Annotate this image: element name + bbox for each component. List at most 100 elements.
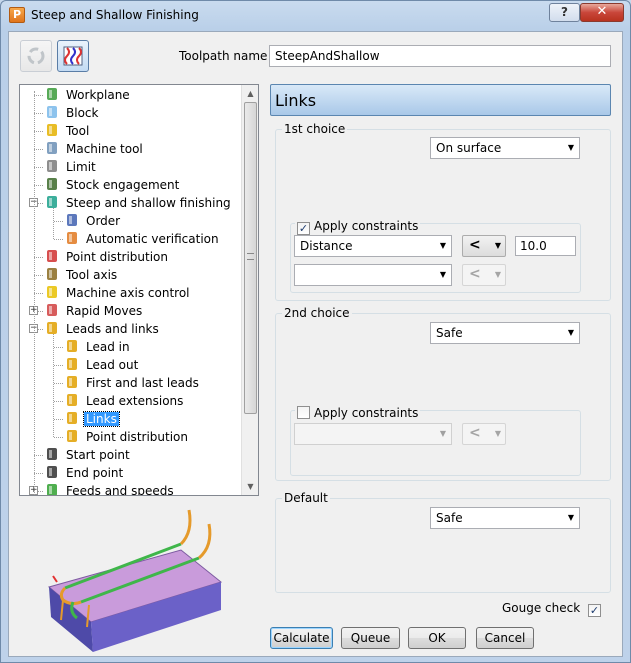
tree-item-label: Rapid Moves (66, 304, 143, 318)
tree-item-label: Block (66, 106, 99, 120)
first-apply-constraints-checkbox[interactable]: ✓ Apply constraints (295, 219, 421, 235)
tree-connector (34, 293, 43, 294)
tree-item[interactable]: Automatic verification (64, 230, 221, 248)
first-constraint-operator-select[interactable]: < ▼ (462, 235, 506, 257)
tree-item[interactable]: Workplane (44, 86, 132, 104)
tree-item[interactable]: Links (64, 410, 120, 428)
tree-item[interactable]: Block (44, 104, 100, 122)
tree-connector (53, 334, 54, 437)
scroll-down-icon[interactable]: ▼ (242, 478, 258, 495)
default-select[interactable]: Safe ▼ (430, 507, 580, 529)
tree-connector (34, 167, 43, 168)
window-title: Steep and Shallow Finishing (31, 8, 199, 22)
tree-item[interactable]: First and last leads (64, 374, 201, 392)
tree-item[interactable]: Lead extensions (64, 392, 185, 410)
first-choice-select[interactable]: On surface ▼ (430, 137, 580, 159)
tree-item-label: Feeds and speeds (66, 484, 174, 496)
template-button[interactable] (20, 40, 52, 72)
tree-connector (54, 419, 63, 420)
first-constraint-type-value: Distance (300, 239, 353, 253)
tree-item[interactable]: Machine axis control (44, 284, 192, 302)
tree-item[interactable]: Leads and links (44, 320, 161, 338)
close-button[interactable]: ✕ (580, 3, 624, 22)
first-constraint-type-select[interactable]: Distance ▼ (294, 235, 452, 257)
tree-item-label: Point distribution (86, 430, 188, 444)
help-button[interactable]: ? (549, 3, 580, 22)
tree-item-label: Links (83, 411, 120, 427)
stock-engagement-icon (44, 176, 60, 192)
order-icon (64, 212, 80, 228)
first-constraint-value-input[interactable]: 10.0 (515, 236, 576, 256)
checkbox-checked-icon: ✓ (588, 604, 602, 617)
steep-shallow-icon (44, 194, 60, 210)
checkbox-unchecked-icon (297, 406, 310, 419)
tree-item[interactable]: Lead in (64, 338, 132, 356)
axis-control-icon (44, 284, 60, 300)
tree-item[interactable]: Order (64, 212, 122, 230)
operator-value: < (469, 237, 481, 253)
tree-item[interactable]: Start point (44, 446, 132, 464)
tree-item[interactable]: Limit (44, 158, 98, 176)
tree-item[interactable]: Stock engagement (44, 176, 181, 194)
limit-icon (44, 158, 60, 174)
tree-item[interactable]: Point distribution (64, 428, 190, 446)
gouge-check-checkbox[interactable]: Gouge check ✓ (502, 601, 602, 617)
chevron-down-icon: ▼ (567, 328, 575, 337)
title-bar[interactable]: P Steep and Shallow Finishing ? ✕ (1, 1, 630, 31)
tree-item[interactable]: Tool axis (44, 266, 119, 284)
tree-item-label: Order (86, 214, 121, 228)
queue-button[interactable]: Queue (341, 627, 400, 649)
tree-item-label: Stock engagement (66, 178, 180, 192)
tree-connector (54, 383, 63, 384)
lead-icon (64, 428, 80, 444)
second-choice-constraint-operator-select[interactable]: < ▼ (462, 423, 506, 445)
dialog-window: P Steep and Shallow Finishing ? ✕ Toolpa… (0, 0, 631, 663)
tree-connector (34, 131, 43, 132)
chevron-down-icon: ▼ (439, 241, 447, 250)
first-choice-value: On surface (436, 141, 502, 155)
toolpath-name-input[interactable]: SteepAndShallow (269, 45, 611, 67)
tree-item-label: Leads and links (66, 322, 159, 336)
tree-item[interactable]: Feeds and speeds (44, 482, 176, 496)
toolpath-name-label: Toolpath name (179, 49, 268, 63)
tree-item[interactable]: Machine tool (44, 140, 145, 158)
tree-item[interactable]: Steep and shallow finishing (44, 194, 233, 212)
tree-connector (34, 95, 43, 96)
tree-item-label: Workplane (66, 88, 130, 102)
chevron-down-icon: ▼ (494, 429, 501, 438)
scroll-up-icon[interactable]: ▲ (242, 85, 258, 102)
operator-value: < (469, 266, 481, 282)
default-value: Safe (436, 511, 463, 525)
page-title: Links (275, 91, 317, 110)
second-apply-constraints-checkbox[interactable]: Apply constraints (295, 406, 421, 420)
calculate-button[interactable]: Calculate (270, 627, 333, 649)
cancel-button[interactable]: Cancel (476, 627, 534, 649)
tree-item[interactable]: Rapid Moves (44, 302, 144, 320)
strategy-tree[interactable]: Workplane Block Tool Machine tool Limit Stock… (19, 84, 259, 496)
second-choice-select[interactable]: Safe ▼ (430, 322, 580, 344)
grip-icon (247, 253, 254, 260)
tree-item[interactable]: Lead out (64, 356, 140, 374)
feeds-speeds-icon (44, 482, 60, 495)
tree-item[interactable]: Point distribution (44, 248, 170, 266)
first-choice-group: 1st choice On surface ▼ ✓ Apply constrain… (275, 122, 611, 301)
page-header: Links (270, 84, 611, 116)
default-label: Default (282, 491, 330, 505)
strategy-button[interactable] (57, 40, 89, 72)
second-constraint-operator-select[interactable]: < ▼ (462, 264, 506, 286)
scrollbar-thumb[interactable] (244, 102, 257, 414)
tree-item[interactable]: Tool (44, 122, 91, 140)
tree-item[interactable]: End point (44, 464, 125, 482)
gouge-check-label: Gouge check (502, 601, 581, 615)
ok-button[interactable]: OK (408, 627, 466, 649)
tree-connector (54, 347, 63, 348)
tree-connector (54, 437, 63, 438)
rapid-moves-icon (44, 302, 60, 318)
tree-connector (34, 149, 43, 150)
dialog-client-area: Toolpath name SteepAndShallow Workplane B… (8, 31, 623, 657)
tree-scrollbar[interactable]: ▲ ▼ (241, 85, 258, 495)
tree-connector (54, 239, 63, 240)
second-choice-constraint-type-select[interactable]: ▼ (294, 423, 452, 445)
second-constraint-type-select[interactable]: ▼ (294, 264, 452, 286)
tool-axis-icon (44, 266, 60, 282)
